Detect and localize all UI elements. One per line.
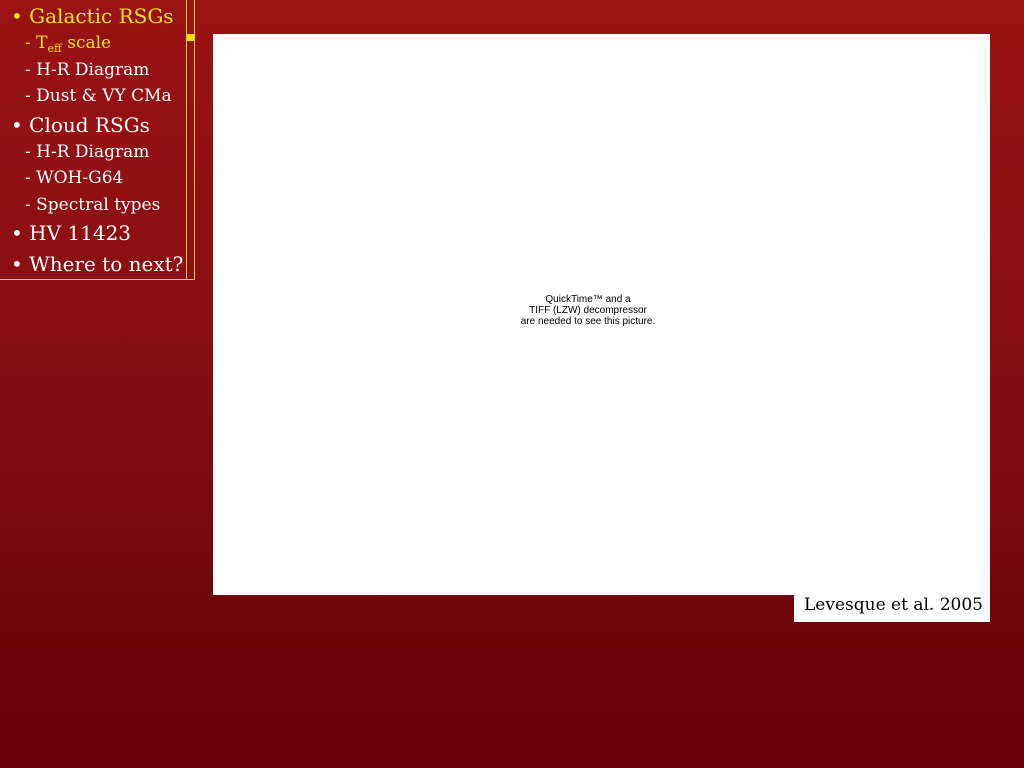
- slide: • Galactic RSGs - Teff scale - H-R Diagr…: [0, 0, 1024, 768]
- outline-item-hv-11423[interactable]: • HV 11423: [11, 221, 131, 245]
- outline-item-spectral-types[interactable]: - Spectral types: [25, 195, 160, 215]
- outline-item-dust-vy-cma[interactable]: - Dust & VY CMa: [25, 86, 172, 106]
- outline-divider: [186, 0, 187, 279]
- outline-item-cloud-rsgs[interactable]: • Cloud RSGs: [11, 113, 150, 137]
- outline-item-woh-g64[interactable]: - WOH-G64: [25, 168, 123, 188]
- outline-item-galactic-rsgs[interactable]: • Galactic RSGs: [11, 4, 174, 28]
- placeholder-line: are needed to see this picture.: [520, 316, 656, 327]
- outline-item-where-to-next[interactable]: • Where to next?: [11, 252, 183, 276]
- outline-item-teff-prefix: - T: [25, 33, 48, 53]
- outline-item-teff-suffix: scale: [61, 33, 112, 53]
- outline-item-hr-diagram-galactic[interactable]: - H-R Diagram: [25, 60, 149, 80]
- citation-caption: Levesque et al. 2005: [794, 589, 990, 622]
- outline-item-hr-diagram-cloud[interactable]: - H-R Diagram: [25, 142, 149, 162]
- placeholder-line: TIFF (LZW) decompressor: [529, 305, 647, 316]
- current-section-marker: [187, 34, 195, 41]
- quicktime-placeholder-text: QuickTime™ and a TIFF (LZW) decompressor…: [213, 294, 963, 327]
- outline-item-teff-subscript: eff: [47, 42, 62, 55]
- outline-item-teff-scale[interactable]: - Teff scale: [25, 33, 111, 55]
- placeholder-line: QuickTime™ and a: [545, 294, 631, 305]
- figure-placeholder-image: QuickTime™ and a TIFF (LZW) decompressor…: [213, 34, 990, 595]
